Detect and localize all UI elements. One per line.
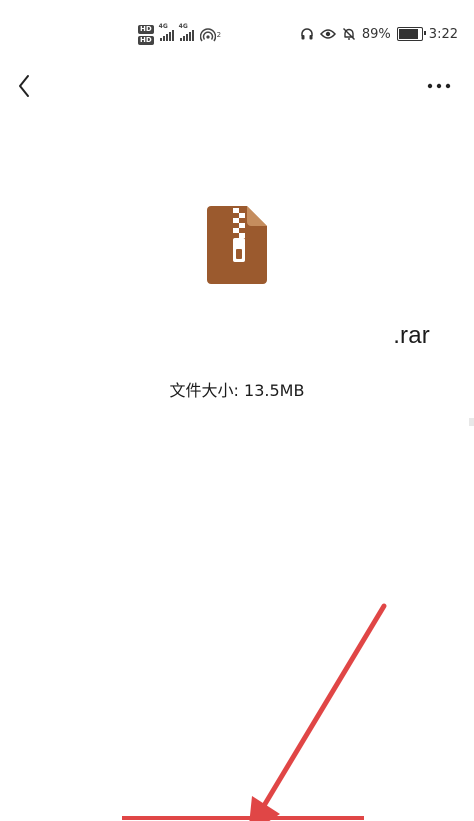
hd-badge-bottom: HD	[138, 36, 154, 45]
hd-badges: HD HD	[138, 25, 154, 45]
more-dots-icon	[427, 83, 451, 89]
file-name: .rar	[393, 322, 430, 349]
headset-icon	[300, 27, 314, 41]
zip-archive-icon	[207, 206, 267, 284]
system-indicators: 89% 3:22	[300, 24, 458, 44]
chevron-left-icon	[17, 74, 31, 98]
signal-tag-2: 4G	[178, 23, 188, 30]
wifi-hotspot-icon: 2	[199, 28, 222, 42]
hd-badge-top: HD	[138, 25, 154, 34]
network-indicators: HD HD 4G 4G 2	[138, 22, 221, 48]
signal-icon-2: 4G	[179, 23, 194, 41]
more-options-button[interactable]	[424, 72, 454, 100]
back-button[interactable]	[10, 68, 38, 104]
file-size: 文件大小: 13.5MB	[169, 381, 305, 400]
wifi-superscript: 2	[216, 31, 222, 39]
signal-icon-1: 4G	[159, 23, 174, 41]
signal-tag-1: 4G	[158, 23, 168, 30]
eye-icon	[319, 28, 336, 40]
annotation-arrow	[122, 603, 387, 821]
clock: 3:22	[428, 26, 458, 42]
mute-bell-icon	[342, 27, 356, 41]
edge-divider	[469, 418, 474, 426]
file-preview-screen: HD HD 4G 4G 2 89% 3:22 .rar 文件大小: 13.5MB	[0, 0, 474, 821]
battery-percent: 89%	[361, 26, 391, 42]
status-bar: HD HD 4G 4G 2 89% 3:22	[0, 0, 474, 60]
battery-icon	[396, 27, 426, 41]
